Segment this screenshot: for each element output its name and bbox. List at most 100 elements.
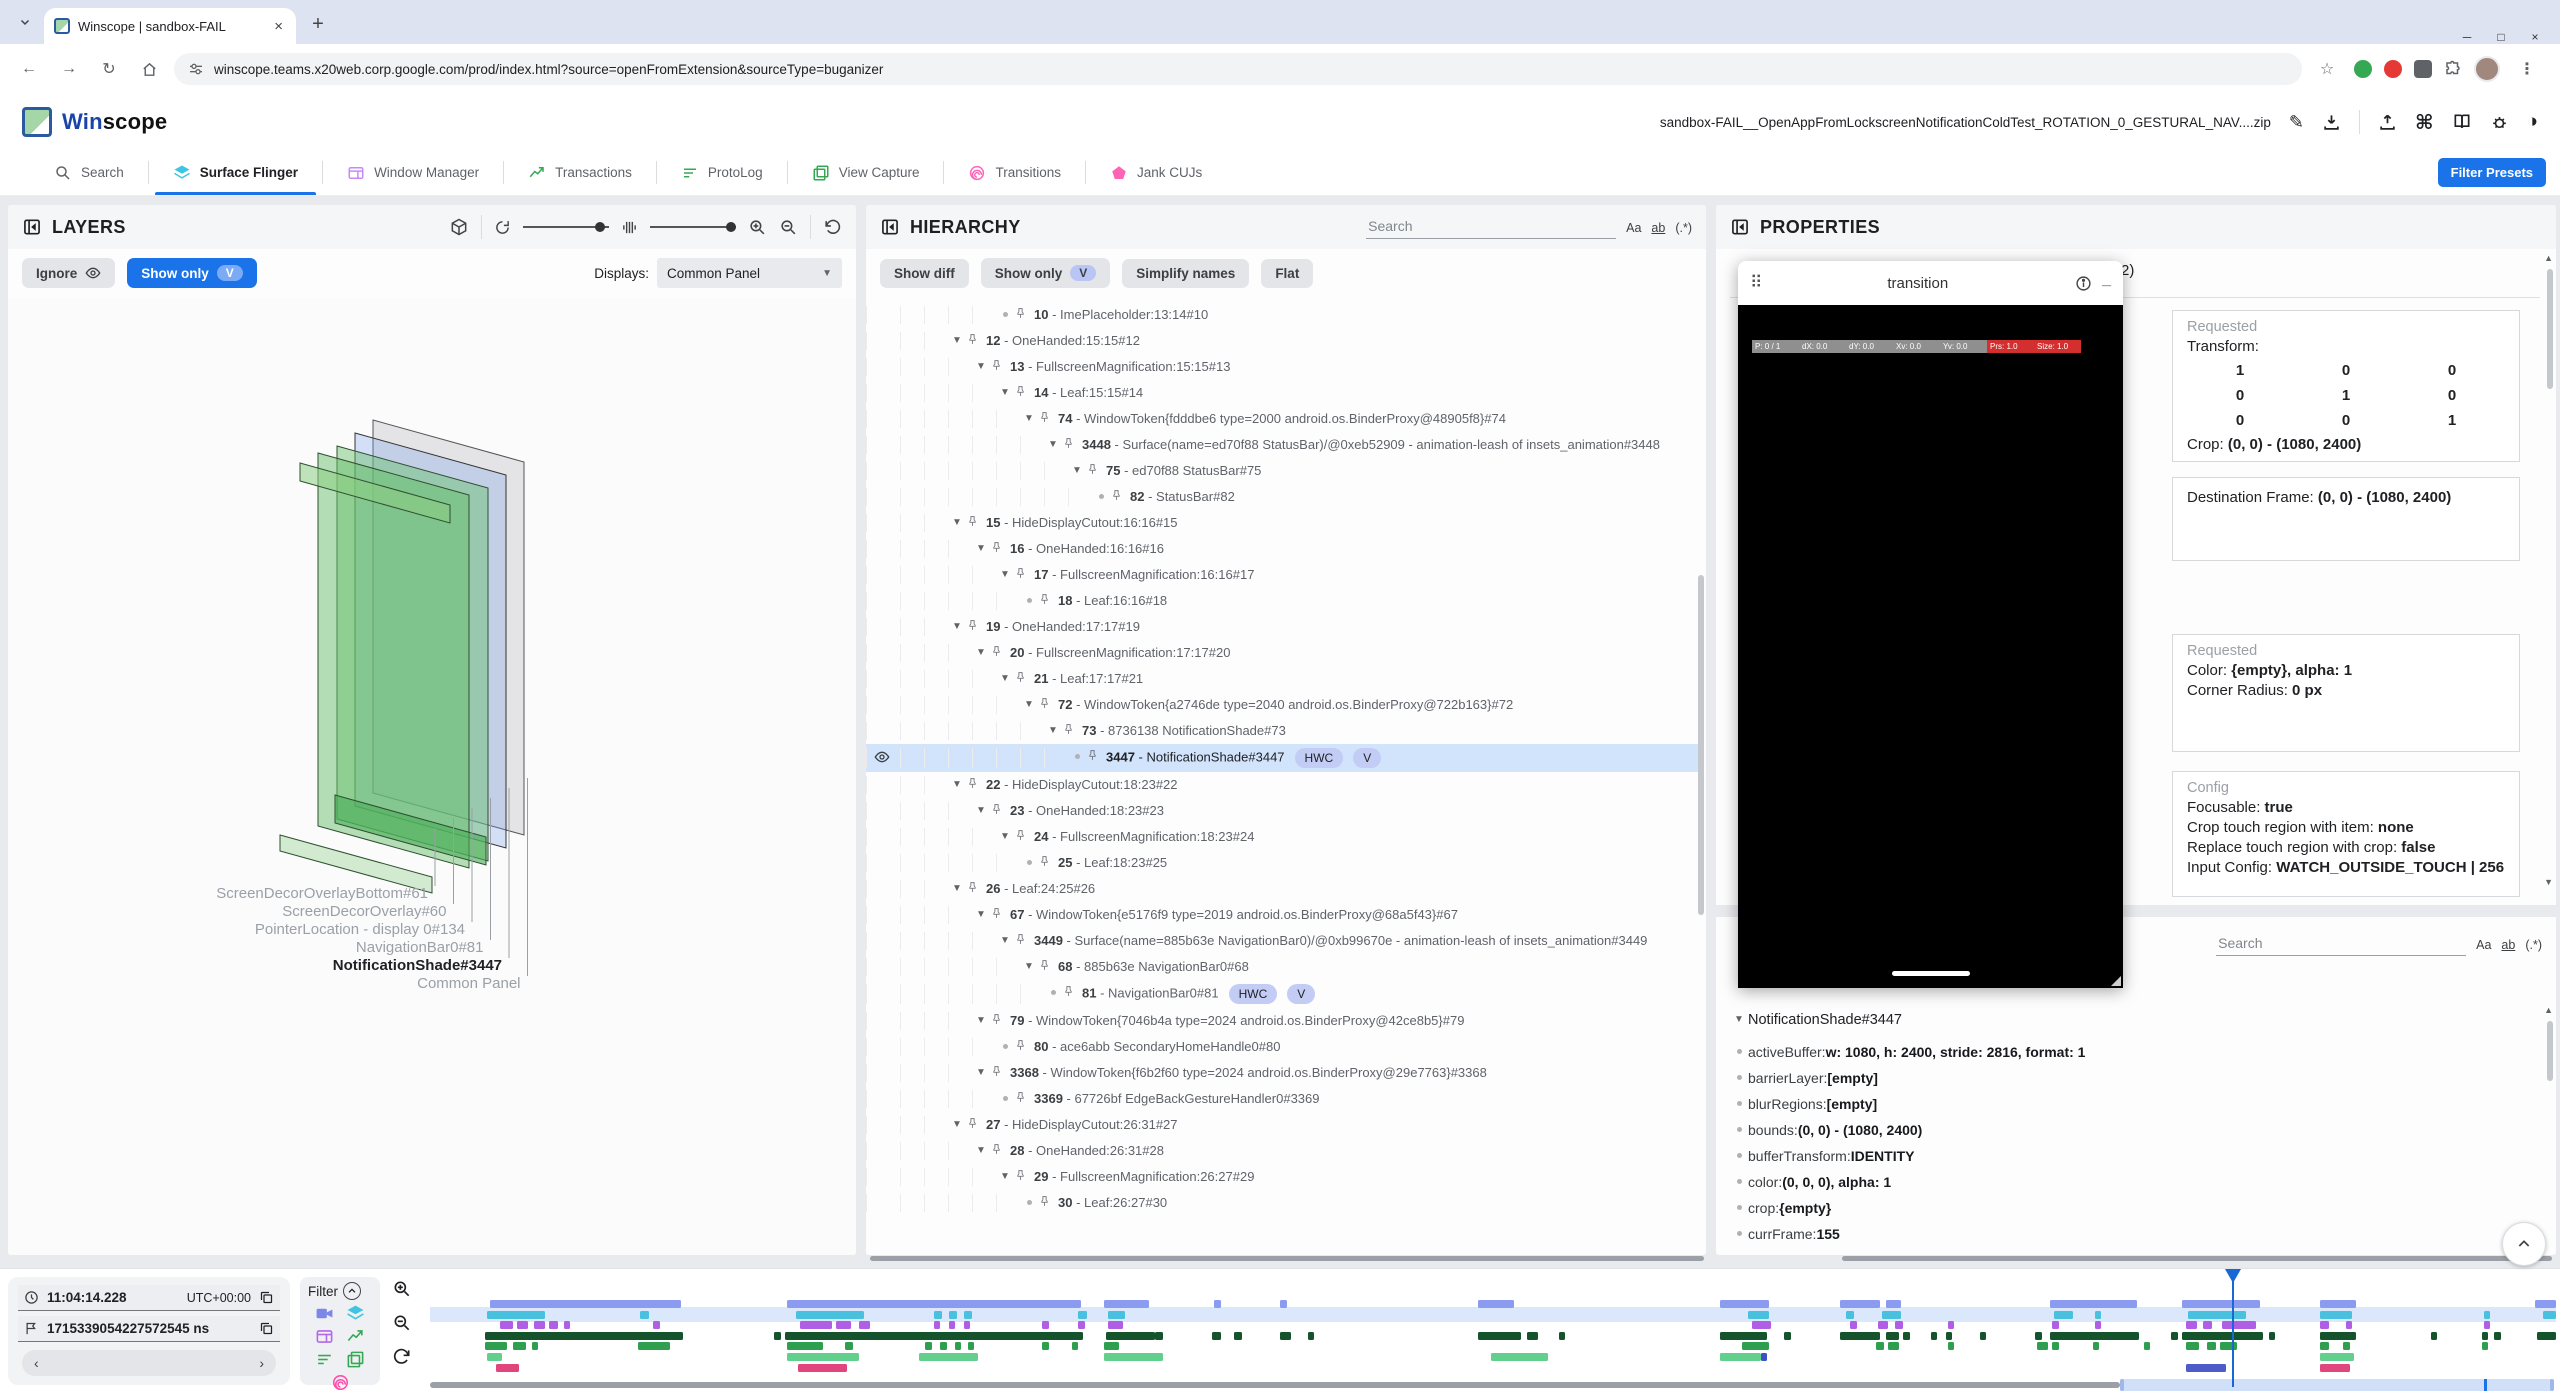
- trace-segment-surface-flinger[interactable]: [2320, 1311, 2352, 1319]
- dark-mode-icon[interactable]: ◑: [2527, 111, 2538, 133]
- 3d-view-icon[interactable]: [449, 217, 469, 237]
- layer-label[interactable]: Common Panel: [417, 975, 520, 992]
- reload-button[interactable]: ↻: [94, 54, 124, 84]
- trace-segment-window-manager[interactable]: [1948, 1321, 1954, 1329]
- tree-node-73[interactable]: ▼73 - 8736138 NotificationShade#73: [866, 718, 1698, 744]
- layers-3d-canvas[interactable]: ScreenDecorOverlayBottom#61ScreenDecorOv…: [8, 298, 856, 1255]
- trace-segment-transactions[interactable]: [2035, 1332, 2041, 1340]
- trace-segment-window-manager[interactable]: [2346, 1321, 2352, 1329]
- pin-icon[interactable]: [966, 777, 980, 790]
- tree-node-13[interactable]: ▼13 - FullscreenMagnification:15:15#13: [866, 354, 1698, 380]
- chip-simplify-names[interactable]: Simplify names: [1122, 259, 1249, 288]
- trace-segment-window-manager[interactable]: [1078, 1321, 1084, 1329]
- expand-arrow-icon[interactable]: ▼: [948, 1116, 966, 1134]
- tree-node-24[interactable]: ▼24 - FullscreenMagnification:18:23#24: [866, 824, 1698, 850]
- zoom-out-icon[interactable]: [779, 218, 798, 237]
- layer-label[interactable]: ScreenDecorOverlay#60: [282, 903, 446, 920]
- human-time-field[interactable]: 11:04:14.228 UTC+00:00: [18, 1285, 280, 1311]
- trace-segment-view-capture[interactable]: [1720, 1353, 1760, 1361]
- trace-segment-window-manager[interactable]: [653, 1321, 659, 1329]
- trace-segment-view-capture[interactable]: [919, 1353, 979, 1361]
- range-right-handle[interactable]: [2550, 1379, 2554, 1391]
- tree-node-12[interactable]: ▼12 - OneHanded:15:15#12: [866, 328, 1698, 354]
- trace-segment-transactions[interactable]: [2320, 1332, 2356, 1340]
- upload-icon[interactable]: [2378, 113, 2397, 132]
- expand-arrow-icon[interactable]: ▼: [972, 1012, 990, 1030]
- trace-segment-screen-recording[interactable]: [2050, 1300, 2137, 1308]
- download-icon[interactable]: [2322, 113, 2341, 132]
- trace-segment-screen-recording[interactable]: [1478, 1300, 1514, 1308]
- expand-arrow-icon[interactable]: ▼: [1044, 436, 1062, 454]
- trace-segment-protolog[interactable]: [2207, 1342, 2216, 1350]
- tree-node-21[interactable]: ▼21 - Leaf:17:17#21: [866, 666, 1698, 692]
- screen-recording-icon[interactable]: [315, 1304, 334, 1323]
- trace-segment-surface-flinger[interactable]: [2188, 1311, 2245, 1319]
- trace-segment-window-manager[interactable]: [564, 1321, 570, 1329]
- trace-segment-transactions[interactable]: [1980, 1332, 1986, 1340]
- trace-segment-screen-recording[interactable]: [490, 1300, 681, 1308]
- edit-icon[interactable]: ✎: [2289, 112, 2304, 133]
- trace-segment-window-manager[interactable]: [2484, 1321, 2490, 1329]
- extensions-puzzle-icon[interactable]: [2444, 60, 2462, 78]
- pin-icon[interactable]: [1014, 933, 1028, 946]
- tree-node-3448[interactable]: ▼3448 - Surface(name=ed70f88 StatusBar)/…: [866, 432, 1698, 458]
- filter-presets-button[interactable]: Filter Presets: [2438, 158, 2546, 187]
- chip-flat[interactable]: Flat: [1261, 259, 1313, 288]
- next-frame-button[interactable]: ›: [259, 1355, 264, 1371]
- scroll-up-arrow-icon[interactable]: ▲: [2544, 253, 2553, 263]
- trace-segment-protolog[interactable]: [2343, 1342, 2349, 1350]
- trace-segment-transactions[interactable]: [1106, 1332, 1155, 1340]
- property-row[interactable]: currFrame: 155: [1730, 1221, 2542, 1247]
- tab-surface-flinger[interactable]: Surface Flinger: [149, 150, 322, 195]
- trace-segment-window-manager[interactable]: [1850, 1321, 1856, 1329]
- tree-node-27[interactable]: ▼27 - HideDisplayCutout:26:31#27: [866, 1112, 1698, 1138]
- trace-segment-transactions[interactable]: [1234, 1332, 1243, 1340]
- tree-node-25[interactable]: 25 - Leaf:18:23#25: [866, 850, 1698, 876]
- trace-segment-transactions[interactable]: [1720, 1332, 1767, 1340]
- pin-icon[interactable]: [966, 1117, 980, 1130]
- collapse-panel-icon[interactable]: [1730, 217, 1750, 237]
- rotation-slider[interactable]: [523, 226, 609, 228]
- expand-arrow-icon[interactable]: ▼: [996, 932, 1014, 950]
- trace-segment-screen-recording[interactable]: [1104, 1300, 1149, 1308]
- trace-segment-protolog[interactable]: [2220, 1342, 2237, 1350]
- tree-node-16[interactable]: ▼16 - OneHanded:16:16#16: [866, 536, 1698, 562]
- collapse-panel-icon[interactable]: [880, 217, 900, 237]
- trace-segment-transactions[interactable]: [2494, 1332, 2500, 1340]
- trace-segment-window-manager[interactable]: [934, 1321, 940, 1329]
- trace-segment-window-manager[interactable]: [1108, 1321, 1123, 1329]
- window-close-button[interactable]: ×: [2520, 30, 2550, 44]
- trace-segment-window-manager[interactable]: [500, 1321, 513, 1329]
- extension-icon-dark[interactable]: [2414, 60, 2432, 78]
- trace-segment-protolog[interactable]: [638, 1342, 670, 1350]
- property-row[interactable]: activeBuffer: w: 1080, h: 2400, stride: …: [1730, 1039, 2542, 1065]
- timeline-reset-zoom-icon[interactable]: [392, 1347, 412, 1367]
- pin-icon[interactable]: [1110, 489, 1124, 502]
- browser-menu-icon[interactable]: ⋮: [2512, 54, 2542, 84]
- back-button[interactable]: ←: [14, 54, 44, 84]
- info-icon[interactable]: [2075, 275, 2092, 292]
- trace-segment-transactions[interactable]: [1280, 1332, 1291, 1340]
- trace-segment-transactions[interactable]: [2431, 1332, 2437, 1340]
- tree-node-72[interactable]: ▼72 - WindowToken{a2746de type=2040 andr…: [866, 692, 1698, 718]
- transition-preview-window[interactable]: ⠿ transition _ P: 0 / 1dX: 0.0dY: 0.0Xv:…: [1738, 261, 2123, 988]
- trace-segment-protolog[interactable]: [968, 1342, 974, 1350]
- trace-segment-surface-flinger[interactable]: [934, 1311, 943, 1319]
- trace-segment-transactions[interactable]: [2269, 1332, 2275, 1340]
- timeline-cursor[interactable]: [2232, 1275, 2234, 1387]
- trace-segment-transactions[interactable]: [1886, 1332, 1899, 1340]
- regex-toggle[interactable]: (.*): [1675, 221, 1692, 239]
- trace-segment-window-manager[interactable]: [1042, 1321, 1048, 1329]
- trace-segment-transactions[interactable]: [1931, 1332, 1937, 1340]
- range-left-handle[interactable]: [2120, 1379, 2124, 1391]
- trace-segment-surface-flinger[interactable]: [796, 1311, 864, 1319]
- trace-segment-surface-flinger[interactable]: [640, 1311, 649, 1319]
- tab-close-icon[interactable]: ×: [271, 18, 286, 35]
- trace-segment-transactions[interactable]: [2050, 1332, 2139, 1340]
- expand-arrow-icon[interactable]: ▼: [1020, 696, 1038, 714]
- tree-node-79[interactable]: ▼79 - WindowToken{7046b4a type=2024 andr…: [866, 1008, 1698, 1034]
- trace-segment-view-capture[interactable]: [1491, 1353, 1548, 1361]
- expand-arrow-icon[interactable]: ▼: [1020, 958, 1038, 976]
- expand-arrow-icon[interactable]: ▼: [972, 644, 990, 662]
- trace-segment-transactions[interactable]: [1155, 1332, 1164, 1340]
